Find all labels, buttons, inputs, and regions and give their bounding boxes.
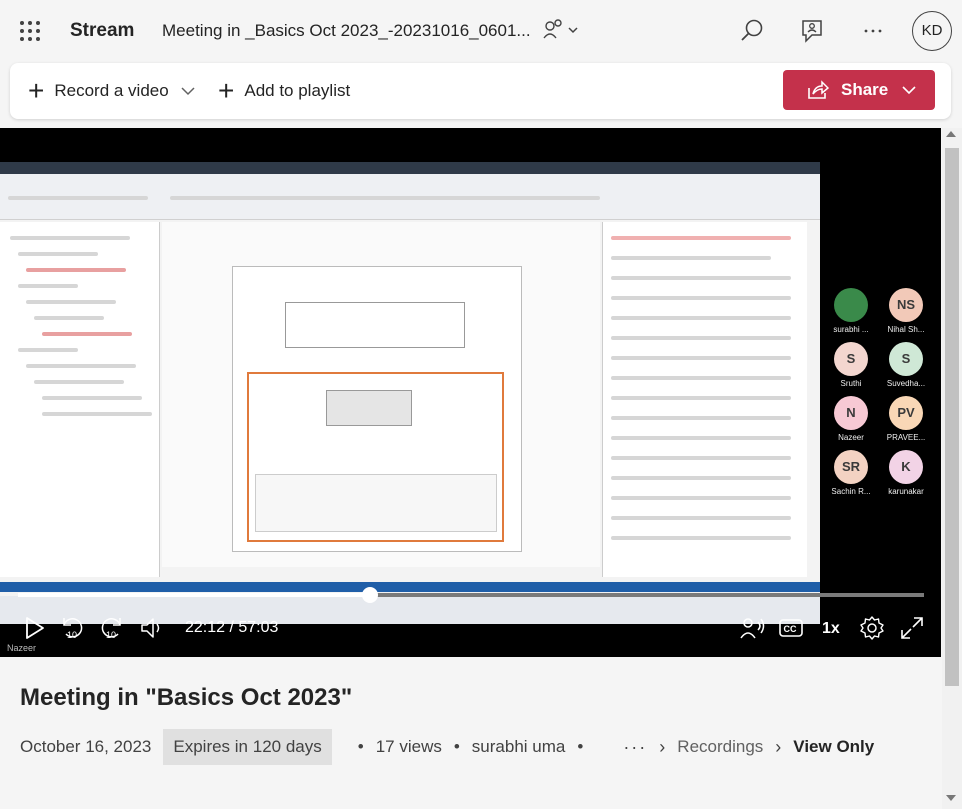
closed-captions-icon[interactable]: CC	[777, 614, 805, 642]
chevron-down-icon[interactable]	[181, 86, 195, 96]
more-icon[interactable]	[858, 16, 888, 46]
participant-tile: surabhi ...	[826, 288, 876, 334]
people-icon[interactable]	[541, 18, 581, 44]
video-metadata: October 16, 2023 Expires in 120 days • 1…	[20, 728, 874, 766]
scroll-up-arrow-icon[interactable]	[946, 131, 956, 137]
participant-name: Nazeer	[838, 433, 864, 442]
view-count: 17 views	[375, 737, 442, 756]
breadcrumb-recordings[interactable]: Recordings	[677, 737, 763, 757]
feedback-icon[interactable]	[797, 16, 827, 46]
breadcrumb-current: View Only	[793, 737, 875, 756]
add-to-playlist-button[interactable]: + Add to playlist	[218, 75, 351, 106]
presenter-tag: Nazeer	[7, 643, 37, 653]
svg-text:CC: CC	[784, 624, 797, 634]
video-player[interactable]: surabhi ... NS Nihal Sh... S Sruthi S Su…	[0, 128, 941, 657]
chevron-right-icon: ›	[775, 736, 782, 757]
do-block	[255, 474, 497, 532]
volume-icon[interactable]	[138, 614, 166, 642]
participant-avatar: SR	[834, 450, 868, 484]
plus-icon: +	[218, 75, 235, 106]
command-bar: + Record a video + Add to playlist Share	[10, 63, 951, 119]
fullscreen-icon[interactable]	[898, 614, 926, 642]
participant-name: Sachin R...	[831, 487, 871, 496]
search-icon[interactable]	[738, 16, 768, 46]
chevron-right-icon: ›	[659, 736, 666, 757]
document-title: Meeting in _Basics Oct 2023_-20231016_06…	[162, 21, 531, 40]
share-icon	[808, 80, 829, 99]
participant-name: surabhi ...	[833, 325, 869, 334]
shared-screen-frame	[0, 162, 820, 624]
studio-ribbon	[0, 174, 820, 220]
svg-text:10: 10	[106, 630, 116, 640]
participant-avatar: S	[834, 342, 868, 376]
video-title: Meeting in "Basics Oct 2023"	[20, 684, 353, 711]
participant-tile: S Sruthi	[826, 342, 876, 388]
participant-name: Suvedha...	[886, 379, 926, 388]
chevron-down-icon	[902, 86, 916, 95]
participant-avatar: N	[834, 396, 868, 430]
breadcrumb-more-button[interactable]: ···	[623, 737, 647, 758]
participant-avatar	[834, 288, 868, 322]
participant-avatar: S	[889, 342, 923, 376]
participant-avatar: PV	[889, 396, 923, 430]
participant-tile: N Nazeer	[826, 396, 876, 442]
separator: •	[577, 737, 584, 756]
owner-name[interactable]: surabhi uma	[472, 737, 566, 757]
app-name[interactable]: Stream	[70, 20, 134, 42]
participant-avatar: NS	[889, 288, 923, 322]
studio-title-bar	[0, 162, 820, 174]
svg-text:10: 10	[67, 630, 77, 640]
record-video-button[interactable]: + Record a video	[28, 75, 195, 106]
rewind-10-icon[interactable]: 10	[58, 614, 86, 642]
participant-name: Sruthi	[840, 379, 862, 388]
share-label: Share	[841, 80, 889, 99]
activities-panel	[0, 222, 160, 577]
plus-icon: +	[28, 75, 45, 106]
gear-icon[interactable]	[858, 614, 886, 642]
expiration-badge[interactable]: Expires in 120 days	[163, 729, 332, 765]
time-display: 22:12 / 57:03	[185, 619, 279, 636]
forward-10-icon[interactable]: 10	[98, 614, 126, 642]
record-video-label: Record a video	[54, 81, 169, 100]
participant-name: PRAVEE...	[886, 433, 926, 442]
waffle-icon[interactable]	[20, 21, 40, 41]
participants-toggle-icon[interactable]	[738, 614, 766, 642]
seek-bar[interactable]	[18, 587, 924, 603]
share-button[interactable]: Share	[783, 70, 935, 110]
participant-tile: SR Sachin R...	[826, 450, 876, 496]
top-bar: Stream Meeting in _Basics Oct 2023_-2023…	[0, 0, 962, 62]
play-icon[interactable]	[20, 614, 48, 642]
read-range-block	[285, 302, 465, 348]
scrollbar-thumb[interactable]	[945, 148, 959, 686]
participant-tile: S Suvedha...	[881, 342, 931, 388]
separator: •	[453, 737, 460, 756]
properties-panel	[602, 222, 807, 577]
playback-speed-button[interactable]: 1x	[822, 620, 840, 638]
seek-bar-fill	[18, 593, 371, 597]
participant-name: Nihal Sh...	[887, 325, 925, 334]
recording-date: October 16, 2023	[20, 737, 152, 756]
participant-name: karunakar	[888, 487, 924, 496]
user-avatar[interactable]: KD	[912, 11, 952, 51]
browser-thumbnail	[326, 390, 412, 426]
participant-tile: K karunakar	[881, 450, 931, 496]
add-to-playlist-label: Add to playlist	[244, 81, 351, 100]
studio-status-bar	[0, 582, 820, 592]
participant-tile: PV PRAVEE...	[881, 396, 931, 442]
scroll-down-arrow-icon[interactable]	[946, 795, 956, 801]
participant-avatar: K	[889, 450, 923, 484]
participant-tile: NS Nihal Sh...	[881, 288, 931, 334]
separator: •	[357, 737, 364, 756]
